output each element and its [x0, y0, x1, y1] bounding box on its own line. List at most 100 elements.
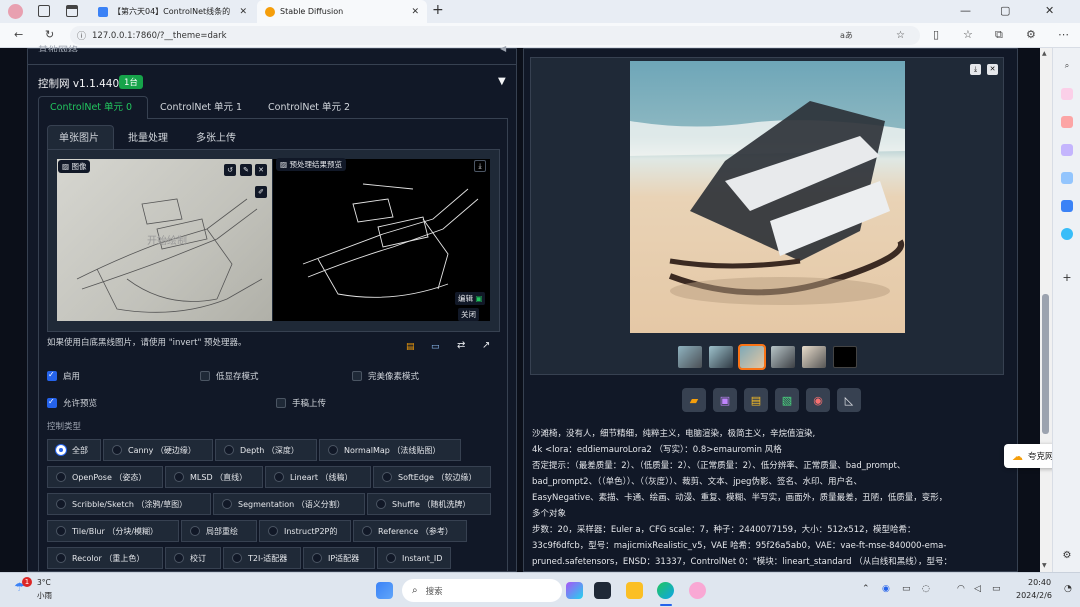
- notifications-bell-icon[interactable]: ◔: [1064, 584, 1072, 594]
- tab-multi-upload[interactable]: 多张上传: [196, 129, 236, 144]
- control-type-recolor[interactable]: Recolor （重上色）: [47, 547, 163, 569]
- close-icon[interactable]: ✕: [411, 7, 419, 17]
- clear-icon[interactable]: ✕: [255, 164, 267, 176]
- scroll-up-icon[interactable]: ▲: [1042, 50, 1047, 57]
- download-icon[interactable]: ⤓: [970, 64, 981, 75]
- send-to-inpaint-button[interactable]: ◉: [806, 388, 830, 412]
- upload-sketch-checkbox[interactable]: [276, 398, 286, 408]
- scrollbar-thumb[interactable]: [1042, 294, 1049, 434]
- control-type-revision[interactable]: 校订: [165, 547, 221, 569]
- control-type-normalmap[interactable]: NormalMap （法线贴图）: [319, 439, 461, 461]
- control-type-shuffle[interactable]: Shuffle （随机洗牌）: [367, 493, 491, 515]
- new-tab-button[interactable]: +: [432, 2, 444, 18]
- edge-browser-icon[interactable]: [657, 582, 674, 599]
- gallery-thumbnail[interactable]: [802, 346, 826, 368]
- file-explorer-icon[interactable]: [626, 582, 643, 599]
- tab-controlnet-unit-1[interactable]: ControlNet 单元 1: [160, 99, 242, 113]
- extensions-icon[interactable]: ⚙: [1026, 28, 1036, 41]
- control-type-openpose[interactable]: OpenPose （姿态）: [47, 466, 163, 488]
- refresh-icon[interactable]: ↻: [45, 28, 54, 41]
- telegram-icon[interactable]: [1061, 228, 1073, 240]
- maximize-button[interactable]: ▢: [1000, 4, 1010, 17]
- new-canvas-icon[interactable]: ▤: [406, 342, 415, 352]
- edit-brush-icon[interactable]: ✎: [240, 164, 252, 176]
- control-type-ip-adapter[interactable]: IP适配器: [303, 547, 375, 569]
- tab-controlnet-unit-2[interactable]: ControlNet 单元 2: [268, 99, 350, 113]
- tray-icon[interactable]: ▭: [902, 584, 911, 594]
- workspaces-icon[interactable]: [38, 5, 50, 17]
- control-type-segmentation[interactable]: Segmentation （语义分割）: [213, 493, 365, 515]
- sketch-input-image[interactable]: 开始绘制: [57, 159, 272, 321]
- tab-stable-diffusion[interactable]: Stable Diffusion ✕: [257, 0, 427, 23]
- scroll-down-icon[interactable]: ▼: [1042, 562, 1047, 569]
- profile-avatar[interactable]: [8, 4, 23, 19]
- control-type-inpaint[interactable]: 局部重绘: [181, 520, 257, 542]
- brush-icon[interactable]: ✐: [255, 186, 267, 198]
- settings-icon[interactable]: ⚙: [1061, 550, 1073, 562]
- tab-controlnet-unit-0[interactable]: ControlNet 单元 0: [50, 99, 132, 113]
- control-type-ip2p[interactable]: InstructP2P的: [259, 520, 351, 542]
- clock-date[interactable]: 2024/2/6: [1016, 591, 1052, 600]
- favorite-star-icon[interactable]: ☆: [896, 30, 905, 41]
- generated-image[interactable]: [630, 61, 905, 333]
- gallery-thumbnail-selected[interactable]: [738, 344, 766, 370]
- control-type-scribble[interactable]: Scribble/Sketch （涂鸦/草图）: [47, 493, 211, 515]
- send-to-extras-button[interactable]: ◺: [837, 388, 861, 412]
- read-aloud-icon[interactable]: aあ: [840, 30, 853, 41]
- clock-time[interactable]: 20:40: [1028, 578, 1051, 587]
- control-type-reference[interactable]: Reference （参考）: [353, 520, 467, 542]
- task-view-icon[interactable]: [594, 582, 611, 599]
- gallery-thumbnail[interactable]: [678, 346, 702, 368]
- zip-button[interactable]: ▤: [744, 388, 768, 412]
- send-to-img2img-button[interactable]: ▧: [775, 388, 799, 412]
- tab-single-image[interactable]: 单张图片: [59, 129, 99, 144]
- close-icon[interactable]: ✕: [987, 64, 998, 75]
- enable-checkbox[interactable]: [47, 370, 57, 381]
- search-icon[interactable]: ⌕: [1061, 60, 1073, 72]
- close-preview-button[interactable]: 关闭: [458, 308, 479, 321]
- collapse-arrow-icon[interactable]: ◀: [500, 44, 506, 53]
- tray-chevron-icon[interactable]: ⌃: [862, 584, 870, 594]
- more-icon[interactable]: ⋯: [1058, 28, 1069, 41]
- tray-icon[interactable]: ◌: [922, 584, 930, 594]
- swap-icon[interactable]: ⇄: [457, 340, 465, 351]
- tab-tutorial[interactable]: 【第六天04】ControlNet线条的 ✕: [90, 0, 255, 23]
- minimize-button[interactable]: —: [960, 4, 971, 17]
- outlook-icon[interactable]: [1061, 200, 1073, 212]
- close-window-button[interactable]: ✕: [1045, 4, 1054, 17]
- control-type-tile[interactable]: Tile/Blur （分块/模糊）: [47, 520, 179, 542]
- controlnet-title[interactable]: 控制网 v1.1.440: [38, 76, 119, 91]
- send-dimensions-icon[interactable]: ↗: [482, 340, 490, 351]
- open-folder-button[interactable]: ▰: [682, 388, 706, 412]
- control-type-softedge[interactable]: SoftEdge （软边缘）: [373, 466, 491, 488]
- control-type-t2i-adapter[interactable]: T2I-适配器: [223, 547, 301, 569]
- info-icon[interactable]: ⓘ: [77, 29, 86, 42]
- search-box[interactable]: ⌕ 搜索: [402, 579, 562, 602]
- accordion-toggle-icon[interactable]: ▼: [498, 76, 506, 87]
- url-field[interactable]: ⓘ 127.0.0.1:7860/?__theme=dark aあ ☆: [70, 26, 920, 45]
- tools-icon[interactable]: [1061, 144, 1073, 156]
- undo-icon[interactable]: ↺: [224, 164, 236, 176]
- tab-actions-icon[interactable]: [66, 5, 78, 17]
- tray-app-icon[interactable]: ◉: [882, 584, 890, 594]
- control-type-lineart[interactable]: Lineart （线稿）: [265, 466, 371, 488]
- low-vram-checkbox[interactable]: [200, 371, 210, 381]
- edit-button[interactable]: 编辑 ▣: [455, 292, 486, 305]
- battery-icon[interactable]: ▭: [992, 584, 1001, 594]
- shopping-icon[interactable]: [1061, 116, 1073, 128]
- control-type-canny[interactable]: Canny （硬边缘）: [103, 439, 213, 461]
- gallery-thumbnail[interactable]: [833, 346, 857, 368]
- gallery-thumbnail[interactable]: [771, 346, 795, 368]
- gallery-thumbnail[interactable]: [709, 346, 733, 368]
- close-icon[interactable]: ✕: [239, 7, 247, 17]
- app-avatar-icon[interactable]: [689, 582, 706, 599]
- control-type-depth[interactable]: Depth （深度）: [215, 439, 317, 461]
- back-icon[interactable]: ←: [14, 28, 23, 41]
- games-icon[interactable]: [1061, 172, 1073, 184]
- pixel-perfect-checkbox[interactable]: [352, 371, 362, 381]
- copilot-icon[interactable]: [1061, 88, 1073, 100]
- copilot-icon[interactable]: [566, 582, 583, 599]
- tab-batch[interactable]: 批量处理: [128, 129, 168, 144]
- control-type-mlsd[interactable]: MLSD （直线）: [165, 466, 263, 488]
- download-icon[interactable]: ⤓: [474, 160, 486, 172]
